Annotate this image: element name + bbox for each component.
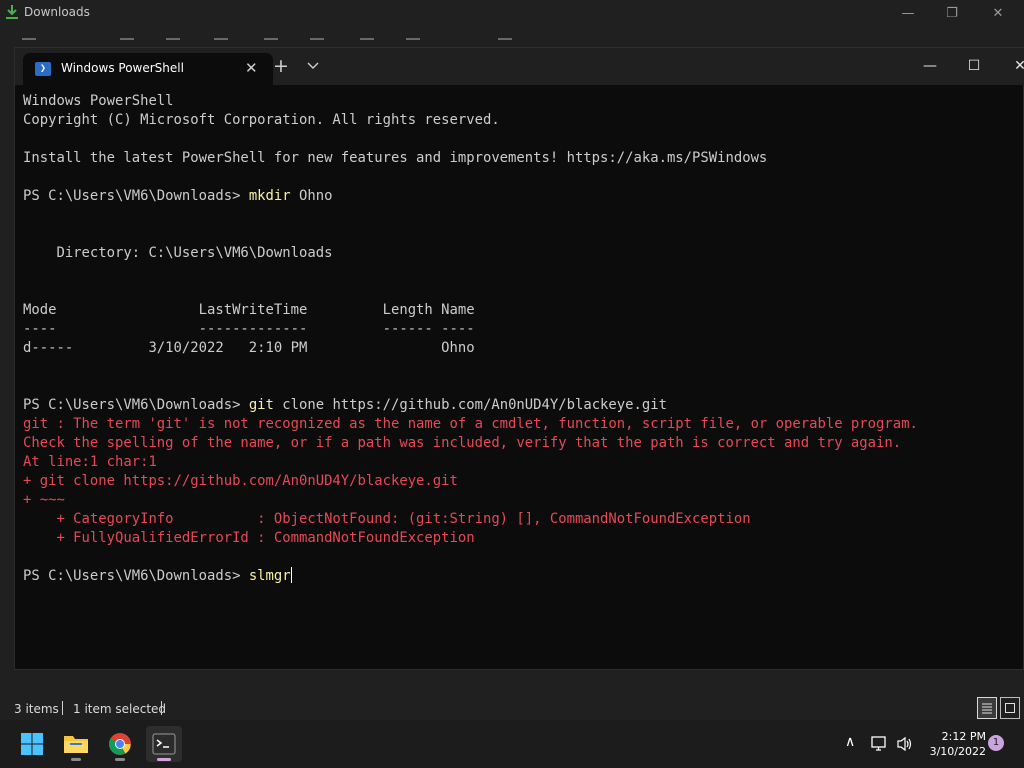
taskbar-file-explorer[interactable]: [58, 726, 94, 762]
taskbar: ∧: [0, 720, 1024, 768]
output-line: Install the latest PowerShell for new fe…: [23, 150, 768, 166]
terminal-window: ❯ Windows PowerShell ✕ + — ☐ ✕ Windows P…: [14, 47, 1024, 670]
error-line: + git clone https://github.com/An0nUD4Y/…: [23, 473, 458, 489]
explorer-status-bar: 3 items 1 item selected: [0, 696, 1024, 720]
start-button[interactable]: [14, 726, 50, 762]
command-text: slmgr: [248, 568, 291, 584]
volume-icon[interactable]: [896, 736, 914, 752]
error-line: Check the spelling of the name, or if a …: [23, 435, 902, 451]
running-indicator: [71, 758, 81, 761]
explorer-minimize-button[interactable]: —: [898, 4, 918, 24]
clock-time: 2:12 PM: [941, 730, 986, 743]
explorer-title-bar: Downloads — ❐ ✕: [0, 0, 1024, 30]
terminal-tab-bar: ❯ Windows PowerShell ✕ + — ☐ ✕: [15, 48, 1024, 85]
tiles-view-button[interactable]: [1000, 697, 1020, 719]
show-hidden-icons-chevron-icon[interactable]: ∧: [845, 734, 855, 750]
details-view-button[interactable]: [977, 697, 997, 719]
minimize-button[interactable]: —: [919, 55, 941, 77]
maximize-button[interactable]: ☐: [963, 55, 985, 77]
active-indicator: [157, 758, 171, 761]
windows-logo-icon: [21, 733, 43, 755]
terminal-icon: [152, 733, 176, 755]
error-line: + FullyQualifiedErrorId : CommandNotFoun…: [23, 530, 475, 546]
chrome-icon: [109, 733, 131, 755]
tiles-view-icon: [1005, 703, 1015, 713]
command-args: clone https://github.com/An0nUD4Y/blacke…: [273, 397, 667, 413]
status-divider: [161, 701, 162, 715]
explorer-title: Downloads: [24, 5, 90, 19]
notification-badge[interactable]: 1: [988, 735, 1004, 751]
tab-windows-powershell[interactable]: ❯ Windows PowerShell ✕: [23, 53, 273, 85]
clock-date: 3/10/2022: [929, 745, 986, 758]
tab-title: Windows PowerShell: [61, 61, 184, 75]
error-line: At line:1 char:1: [23, 454, 157, 470]
prompt-line: PS C:\Users\VM6\Downloads> slmgr: [23, 567, 1013, 586]
output-line: Directory: C:\Users\VM6\Downloads: [23, 245, 333, 261]
download-icon: [6, 5, 18, 19]
taskbar-clock[interactable]: 2:12 PM 3/10/2022: [920, 729, 986, 759]
taskbar-chrome[interactable]: [102, 726, 138, 762]
output-line: Copyright (C) Microsoft Corporation. All…: [23, 112, 500, 128]
prompt-line: PS C:\Users\VM6\Downloads> git clone htt…: [23, 396, 1013, 415]
output-line: ---- ------------- ------ ----: [23, 321, 475, 337]
network-icon[interactable]: [871, 736, 889, 752]
command-args: Ohno: [290, 188, 333, 204]
status-divider: [62, 701, 63, 715]
command-text: git: [248, 397, 274, 413]
text-cursor: [290, 567, 292, 583]
terminal-output[interactable]: Windows PowerShell Copyright (C) Microsof…: [23, 92, 1013, 662]
explorer-restore-button[interactable]: ❐: [942, 4, 962, 24]
folder-icon: [64, 736, 88, 753]
prompt-text: PS C:\Users\VM6\Downloads>: [23, 568, 249, 584]
running-indicator: [115, 758, 125, 761]
error-line: git : The term 'git' is not recognized a…: [23, 416, 918, 432]
tab-close-icon[interactable]: ✕: [245, 59, 258, 77]
chevron-down-icon[interactable]: [305, 57, 321, 73]
powershell-icon: ❯: [35, 62, 51, 76]
prompt-line: PS C:\Users\VM6\Downloads> mkdir Ohno: [23, 187, 1013, 206]
prompt-text: PS C:\Users\VM6\Downloads>: [23, 188, 249, 204]
close-button[interactable]: ✕: [1009, 55, 1024, 77]
command-text: mkdir: [248, 188, 291, 204]
output-line: Windows PowerShell: [23, 93, 174, 109]
output-line: Mode LastWriteTime Length Name: [23, 302, 475, 318]
status-selected-count: 1 item selected: [73, 702, 167, 716]
new-tab-button[interactable]: +: [272, 55, 290, 77]
prompt-text: PS C:\Users\VM6\Downloads>: [23, 397, 249, 413]
status-item-count: 3 items: [14, 702, 59, 716]
error-line: + ~~~: [23, 492, 65, 508]
taskbar-terminal[interactable]: [146, 726, 182, 762]
explorer-close-button[interactable]: ✕: [988, 4, 1008, 24]
output-line: d----- 3/10/2022 2:10 PM Ohno: [23, 340, 475, 356]
details-view-icon: [982, 703, 992, 714]
error-line: + CategoryInfo : ObjectNotFound: (git:St…: [23, 511, 751, 527]
